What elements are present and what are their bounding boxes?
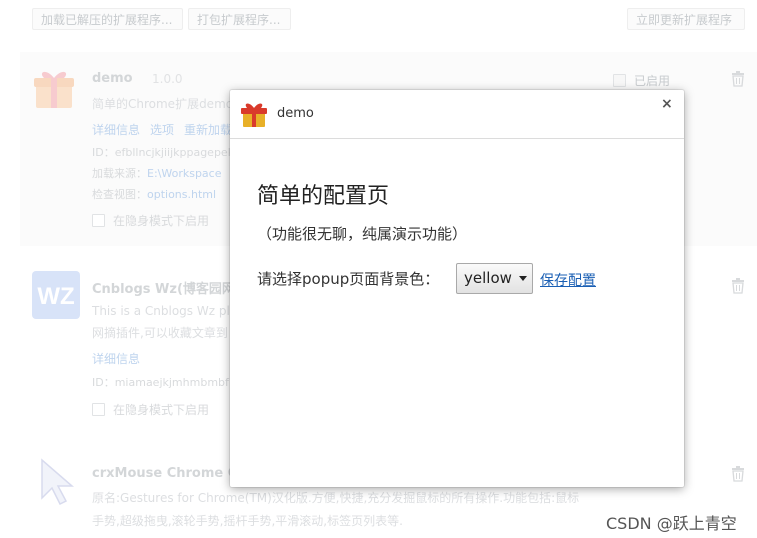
gift-icon [241,103,267,127]
options-dialog: demo × 简单的配置页 （功能很无聊，纯属演示功能） 请选择popup页面背… [230,90,684,487]
watermark: CSDN @跃上青空 [606,514,737,533]
dialog-header: demo × [230,90,684,139]
select-value: yellow [464,269,512,287]
bg-color-prompt: 请选择popup页面背景色： [257,270,440,288]
bg-color-select[interactable]: yellow [456,263,533,294]
save-config-link[interactable]: 保存配置 [540,270,596,290]
close-icon[interactable]: × [661,96,673,112]
page-subtitle: （功能很无聊，纯属演示功能） [257,225,468,243]
dialog-title: demo [277,106,314,121]
chevron-down-icon [519,276,527,281]
page-title: 简单的配置页 [257,184,390,209]
